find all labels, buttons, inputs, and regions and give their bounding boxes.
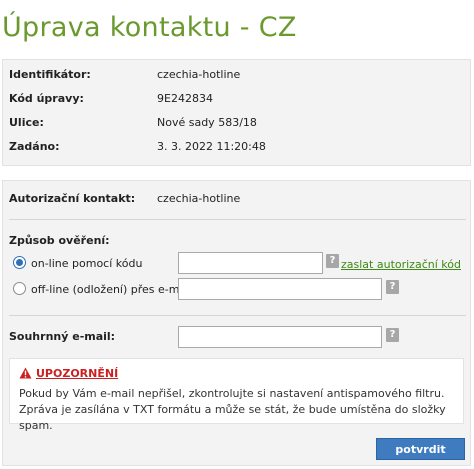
verification-form-panel: Autorizační kontakt: czechia-hotline Způ… (2, 180, 471, 466)
info-row-change-code: Kód úpravy: 9E242834 (9, 91, 459, 107)
radio-offline-email[interactable]: off-line (odložení) přes e-mail (13, 282, 192, 298)
help-icon[interactable]: ? (386, 328, 399, 342)
auth-contact-value: czechia-hotline (157, 192, 241, 205)
summary-email-input[interactable] (178, 326, 382, 348)
help-icon[interactable]: ? (326, 254, 339, 268)
auth-contact-label: Autorizační kontakt: (9, 192, 136, 205)
warning-title-text: UPOZORNĚNÍ (36, 367, 119, 380)
identifier-value: czechia-hotline (157, 68, 241, 81)
auth-code-input[interactable] (178, 252, 323, 274)
send-code-link[interactable]: zaslat autorizační kód (341, 258, 461, 271)
verification-method-label: Způsob ověření: (9, 234, 110, 247)
warning-box: UPOZORNĚNÍ Pokud by Vám e-mail nepřišel,… (9, 358, 464, 432)
submitted-label: Zadáno: (9, 140, 60, 153)
summary-email-label: Souhrnný e-mail: (9, 330, 116, 343)
warning-text: Pokud by Vám e-mail nepřišel, zkontroluj… (19, 387, 446, 432)
contact-info-panel: Identifikátor: czechia-hotline Kód úprav… (2, 59, 471, 166)
help-icon[interactable]: ? (386, 280, 399, 294)
divider (9, 315, 466, 316)
street-value: Nové sady 583/18 (157, 116, 257, 129)
change-code-label: Kód úpravy: (9, 92, 84, 105)
offline-email-input[interactable] (178, 278, 382, 300)
radio-online-code-label: on-line pomocí kódu (31, 257, 143, 270)
info-row-submitted: Zadáno: 3. 3. 2022 11:20:48 (9, 139, 459, 155)
radio-online-code-button[interactable] (13, 256, 26, 269)
info-row-street: Ulice: Nové sady 583/18 (9, 115, 459, 131)
warning-title: UPOZORNĚNÍ (19, 367, 118, 380)
divider (9, 219, 466, 220)
radio-offline-email-label: off-line (odložení) přes e-mail (31, 283, 193, 296)
change-code-value: 9E242834 (157, 92, 213, 105)
submit-button[interactable]: potvrdit (376, 438, 465, 460)
warning-triangle-icon (19, 367, 32, 379)
submitted-value: 3. 3. 2022 11:20:48 (157, 140, 266, 153)
street-label: Ulice: (9, 116, 44, 129)
identifier-label: Identifikátor: (9, 68, 91, 81)
info-row-identifier: Identifikátor: czechia-hotline (9, 67, 459, 83)
radio-offline-email-button[interactable] (13, 282, 26, 295)
radio-online-code[interactable]: on-line pomocí kódu (13, 256, 142, 272)
page-title: Úprava kontaktu - CZ (2, 12, 297, 43)
